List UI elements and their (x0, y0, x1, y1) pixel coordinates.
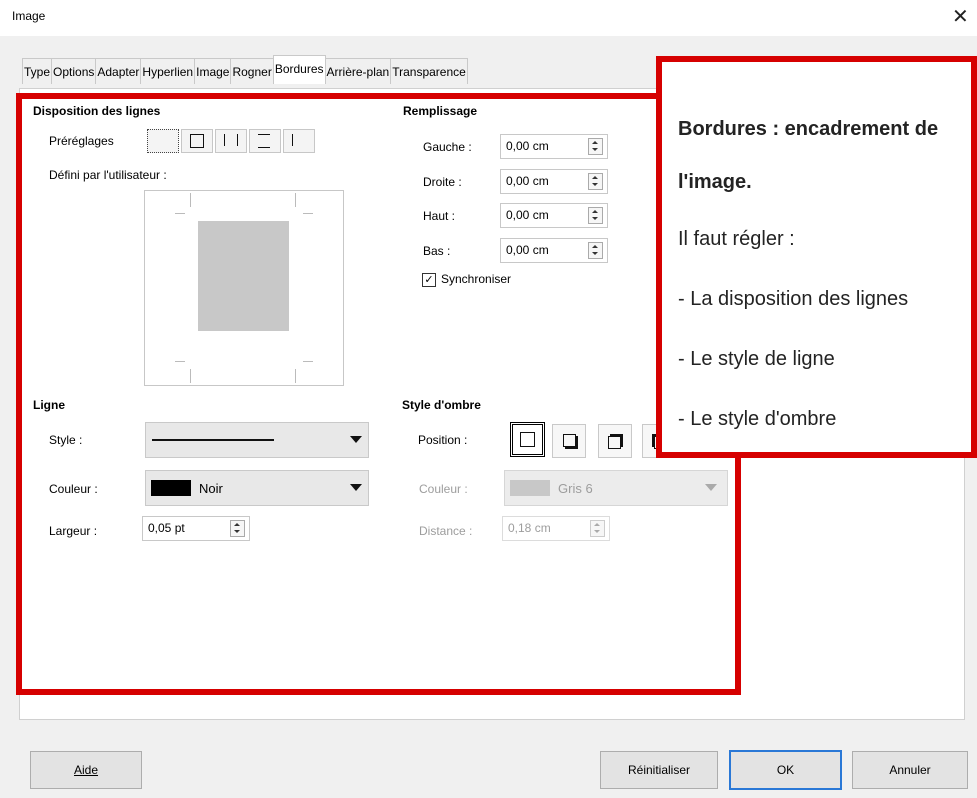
tab-arriere-plan[interactable]: Arrière-plan (324, 58, 392, 84)
callout-line-1: Bordures : encadrement de (678, 118, 939, 140)
title-bar (0, 0, 977, 36)
tab-options[interactable]: Options (51, 58, 97, 84)
callout-line-2: l'image. (678, 171, 752, 193)
close-icon[interactable]: ✕ (952, 4, 969, 29)
callout-box: Bordures : encadrement de l'image. Il fa… (656, 56, 977, 458)
callout-line-4: - La disposition des lignes (678, 288, 909, 310)
tab-transparence[interactable]: Transparence (390, 58, 468, 84)
tab-hyperlien[interactable]: Hyperlien (140, 58, 196, 84)
window-title: Image (12, 9, 46, 23)
tab-rogner[interactable]: Rogner (230, 58, 274, 84)
callout-line-3: Il faut régler : (678, 228, 795, 250)
callout-line-6: - Le style d'ombre (678, 408, 837, 430)
tab-type[interactable]: Type (22, 58, 53, 84)
tab-adapter[interactable]: Adapter (95, 58, 142, 84)
ok-button[interactable]: OK (729, 750, 842, 790)
reset-button[interactable]: Réinitialiser (600, 751, 718, 789)
callout-line-5: - Le style de ligne (678, 348, 835, 370)
tab-image[interactable]: Image (194, 58, 232, 84)
help-button[interactable]: Aide (30, 751, 142, 789)
tab-bordures[interactable]: Bordures (272, 55, 326, 84)
highlight-frame (16, 93, 741, 695)
tab-bar: Type Options Adapter Hyperlien Image Rogner Bo… (22, 55, 468, 88)
cancel-button[interactable]: Annuler (852, 751, 968, 789)
